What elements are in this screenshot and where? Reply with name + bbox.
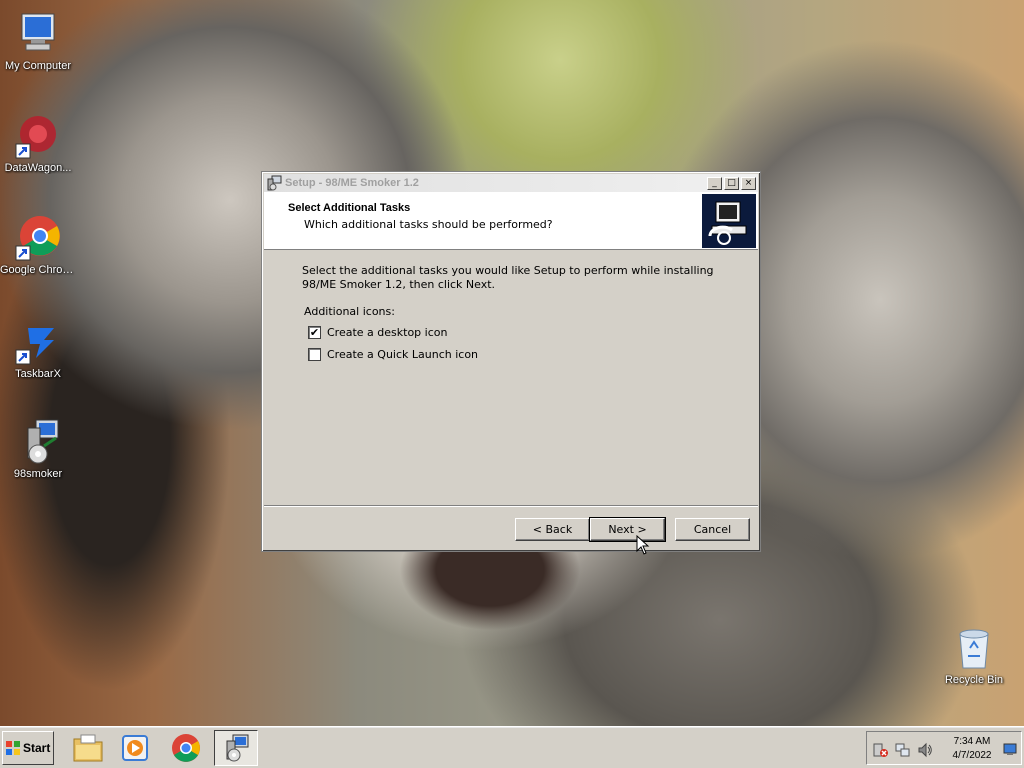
installer-icon	[226, 734, 249, 762]
desktop-icon-label: 98smoker	[13, 468, 63, 480]
wizard-header: Select Additional Tasks Which additional…	[264, 192, 758, 250]
quick-launch-option[interactable]: Create a Quick Launch icon	[308, 348, 478, 361]
desktop-icon-label: TaskbarX	[15, 368, 61, 380]
page-subtitle: Which additional tasks should be perform…	[304, 218, 553, 231]
computer-icon	[14, 10, 62, 58]
minimize-button[interactable]: _	[707, 176, 722, 190]
maximize-button[interactable]: □	[724, 176, 739, 190]
cancel-button[interactable]: Cancel	[675, 518, 750, 541]
file-explorer-icon	[73, 734, 103, 762]
volume-icon[interactable]	[917, 742, 933, 758]
window-title: Setup - 98/ME Smoker 1.2	[285, 177, 419, 189]
clock[interactable]: 7:34 AM 4/7/2022	[947, 735, 997, 763]
wizard-computer-icon	[702, 194, 756, 248]
setup-app-icon	[266, 175, 282, 191]
windows-logo-icon	[6, 741, 20, 755]
desktop-icon-98smoker[interactable]: 98smoker	[0, 418, 76, 480]
close-button[interactable]: ×	[741, 176, 756, 190]
taskbarx-icon	[14, 318, 62, 366]
desktop-icon-label: Google Chrome	[0, 264, 76, 276]
checkbox-checked[interactable]: ✔	[308, 326, 321, 339]
desktop-icon-datawagon[interactable]: DataWagon...	[0, 112, 76, 174]
additional-icons-label: Additional icons:	[304, 305, 395, 318]
mouse-cursor-icon	[636, 535, 650, 555]
option-label: Create a desktop icon	[327, 326, 448, 339]
show-desktop-icon[interactable]	[1003, 742, 1017, 756]
desktop-icon-google-chrome[interactable]: Google Chrome	[0, 214, 76, 276]
clock-time: 7:34 AM	[953, 736, 991, 747]
recycle-bin-icon	[950, 624, 998, 672]
desktop-icon-my-computer[interactable]: My Computer	[0, 10, 76, 72]
next-button[interactable]: Next >	[589, 517, 666, 542]
media-player-icon	[122, 735, 148, 761]
taskbar-media-player[interactable]	[113, 730, 157, 766]
desktop-icon-taskbarx[interactable]: TaskbarX	[0, 318, 76, 380]
taskbar-setup[interactable]	[214, 730, 258, 766]
desktop-icon-recycle-bin[interactable]: Recycle Bin	[936, 624, 1012, 686]
taskbar-file-explorer[interactable]	[66, 730, 110, 766]
divider	[264, 505, 758, 507]
installer-icon	[14, 418, 62, 466]
desktop-icon-label: DataWagon...	[4, 162, 72, 174]
start-label: Start	[23, 741, 51, 755]
back-button[interactable]: < Back	[515, 518, 590, 541]
chrome-icon	[14, 214, 62, 262]
start-button[interactable]: Start	[2, 731, 54, 765]
title-bar[interactable]: Setup - 98/ME Smoker 1.2 _ □ ×	[264, 174, 758, 192]
taskbar-chrome[interactable]	[164, 730, 208, 766]
system-tray: 7:34 AM 4/7/2022	[866, 731, 1022, 765]
chrome-icon	[172, 734, 200, 762]
desktop-icon-label: My Computer	[4, 60, 72, 72]
clock-date: 4/7/2022	[952, 750, 992, 761]
datawagon-icon	[14, 112, 62, 160]
checkbox-unchecked[interactable]	[308, 348, 321, 361]
page-title: Select Additional Tasks	[288, 202, 411, 214]
network-icon[interactable]	[895, 742, 911, 758]
instructions-text: Select the additional tasks you would li…	[302, 264, 714, 291]
option-label: Create a Quick Launch icon	[327, 348, 479, 361]
taskbar: Start 7:34 AM 4/7/2022	[0, 726, 1024, 768]
desktop-icon-label: Recycle Bin	[944, 674, 1004, 686]
desktop-icon-option[interactable]: ✔ Create a desktop icon	[308, 326, 447, 339]
network-error-icon[interactable]	[873, 742, 889, 758]
setup-dialog: Setup - 98/ME Smoker 1.2 _ □ × Select Ad…	[261, 171, 761, 552]
